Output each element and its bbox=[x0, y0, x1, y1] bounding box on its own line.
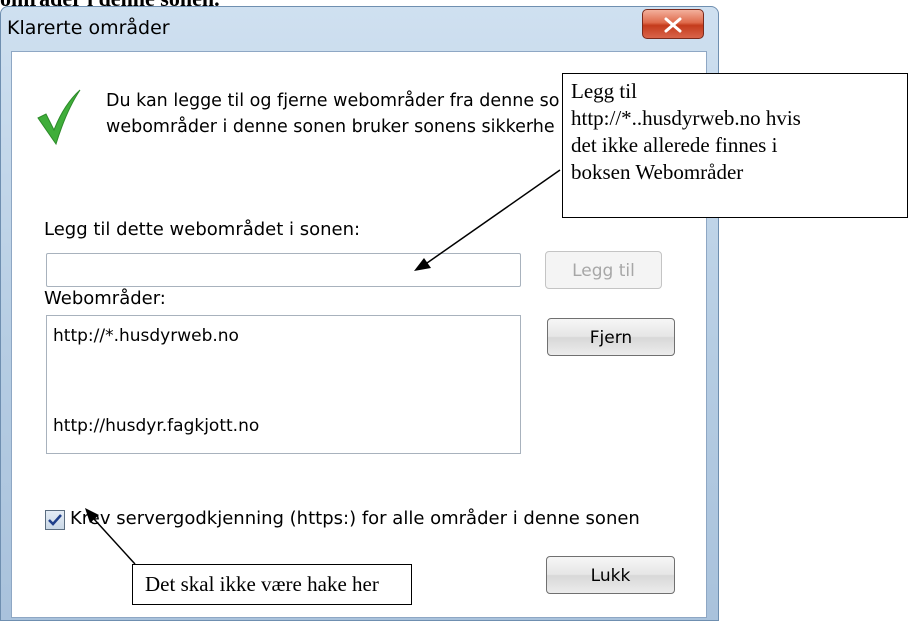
annotation-arrowhead-1 bbox=[414, 258, 431, 271]
annotation-arrowhead-2 bbox=[85, 508, 99, 523]
annotation-arrow-2 bbox=[93, 518, 136, 565]
annotation-arrow-1 bbox=[426, 169, 561, 264]
annotation-arrows bbox=[85, 169, 561, 565]
